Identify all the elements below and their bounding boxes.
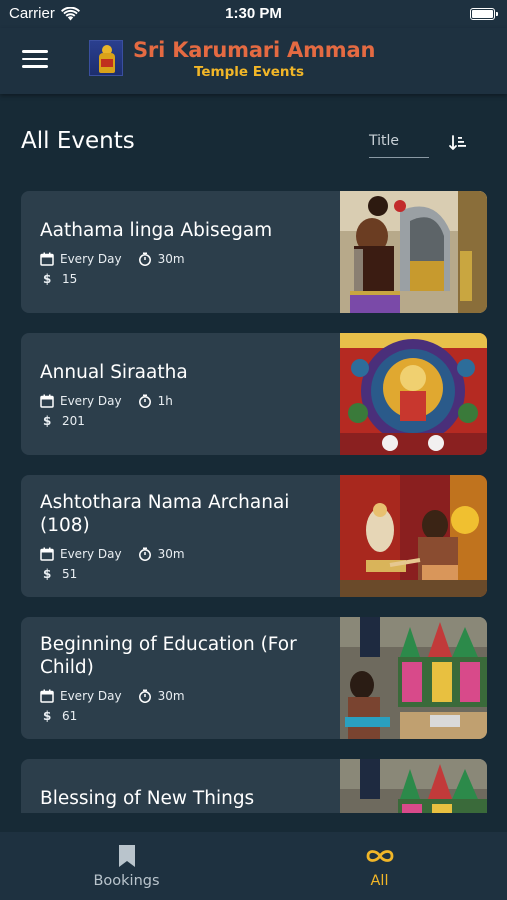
event-image: [340, 617, 487, 739]
event-image: [340, 759, 487, 813]
hamburger-icon-bar: [22, 65, 48, 68]
hamburger-icon-bar: [22, 50, 48, 53]
event-card[interactable]: Annual Siraatha Every Day 1h $ 201: [21, 333, 487, 455]
calendar-icon: [40, 252, 54, 266]
event-title: Aathama linga Abisegam: [40, 220, 273, 241]
event-meta: Every Day 30m: [40, 252, 185, 266]
event-frequency: Every Day: [60, 394, 122, 408]
event-image: [340, 191, 487, 313]
timer-icon: [138, 394, 151, 408]
event-title: Beginning of Education (For Child): [40, 634, 297, 678]
event-price: 201: [62, 414, 85, 428]
event-card[interactable]: Aathama linga Abisegam Every Day 30m $ 1…: [21, 191, 487, 313]
temple-logo: [89, 40, 123, 76]
sort-icon: [449, 135, 466, 150]
event-price-row: $ 15: [43, 272, 77, 286]
event-title: Annual Siraatha: [40, 362, 188, 383]
event-frequency: Every Day: [60, 547, 122, 561]
event-title: Ashtothara Nama Archanai (108): [40, 492, 290, 536]
event-price-row: $ 51: [43, 567, 77, 581]
tab-all-label: All: [370, 873, 389, 889]
app-title: Sri Karumari Amman: [133, 38, 376, 62]
event-meta: Every Day 30m: [40, 547, 185, 561]
tab-bookings[interactable]: Bookings: [0, 832, 253, 900]
infinity-icon: [366, 850, 393, 862]
event-duration: 30m: [157, 689, 185, 703]
dollar-icon: $: [43, 567, 52, 581]
event-card[interactable]: Beginning of Education (For Child) Every…: [21, 617, 487, 739]
calendar-icon: [40, 689, 54, 703]
timer-icon: [138, 689, 151, 703]
sort-order-button[interactable]: [448, 133, 468, 153]
dollar-icon: $: [43, 709, 52, 723]
events-list: Aathama linga Abisegam Every Day 30m $ 1…: [21, 191, 487, 813]
battery-icon: [470, 8, 498, 20]
event-frequency: Every Day: [60, 689, 122, 703]
event-price: 15: [62, 272, 78, 286]
tab-all[interactable]: All: [253, 832, 506, 900]
event-card[interactable]: Ashtothara Nama Archanai (108) Every Day…: [21, 475, 487, 597]
bookmark-icon: [118, 845, 135, 867]
hamburger-icon-bar: [22, 57, 48, 60]
event-card[interactable]: Blessing of New Things: [21, 759, 487, 813]
sort-field-select[interactable]: Title: [369, 133, 429, 158]
event-price: 61: [62, 709, 78, 723]
event-price: 51: [62, 567, 78, 581]
event-image: [340, 475, 487, 597]
status-bar: Carrier 1:30 PM: [0, 0, 507, 28]
event-image: [340, 333, 487, 455]
bottom-navigation: Bookings All: [0, 832, 507, 900]
event-duration: 1h: [157, 394, 173, 408]
event-duration: 30m: [157, 547, 185, 561]
dollar-icon: $: [43, 414, 52, 428]
page-title: All Events: [21, 128, 135, 154]
tab-bookings-label: Bookings: [93, 873, 160, 889]
event-price-row: $ 61: [43, 709, 77, 723]
timer-icon: [138, 252, 151, 266]
event-duration: 30m: [157, 252, 185, 266]
menu-button[interactable]: [22, 50, 48, 70]
app-subtitle: Temple Events: [193, 64, 305, 80]
dollar-icon: $: [43, 272, 52, 286]
event-title: Blessing of New Things: [40, 788, 255, 809]
event-price-row: $ 201: [43, 414, 85, 428]
event-frequency: Every Day: [60, 252, 122, 266]
event-meta: Every Day 1h: [40, 394, 173, 408]
calendar-icon: [40, 547, 54, 561]
calendar-icon: [40, 394, 54, 408]
timer-icon: [138, 547, 151, 561]
event-meta: Every Day 30m: [40, 689, 185, 703]
status-time: 1:30 PM: [225, 5, 282, 22]
app-header: Sri Karumari Amman Temple Events: [0, 28, 507, 94]
